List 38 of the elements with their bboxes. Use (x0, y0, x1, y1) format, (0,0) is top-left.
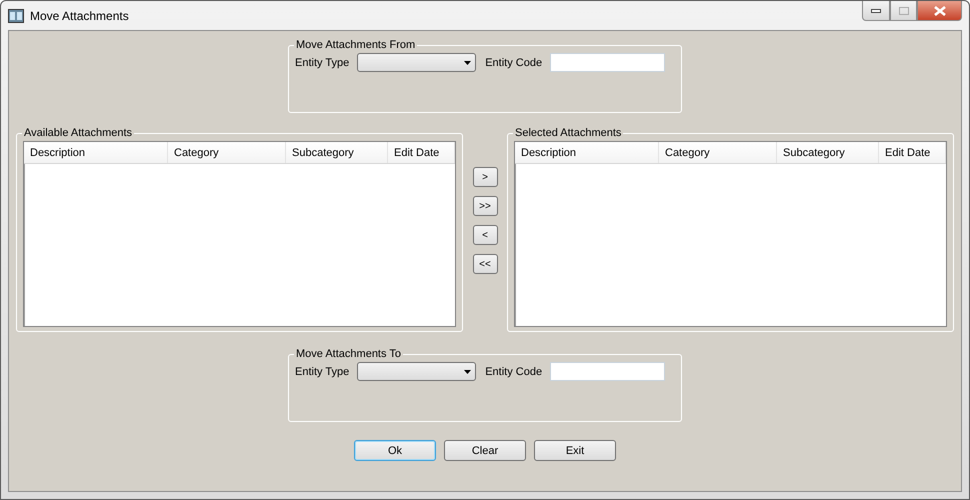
column-header[interactable]: Description (515, 142, 659, 163)
app-icon (8, 8, 24, 22)
dialog-button[interactable]: Exit (534, 440, 616, 461)
group-title: Selected Attachments (514, 127, 622, 139)
caret-icon (464, 60, 472, 64)
column-header[interactable]: Description (24, 142, 168, 163)
group-title: Available Attachments (23, 127, 134, 139)
input-field[interactable] (550, 362, 666, 381)
transfer-button[interactable]: > (472, 167, 498, 187)
field-label: Entity Type (295, 56, 350, 68)
dropdown[interactable] (357, 362, 476, 381)
transfer-button[interactable]: << (472, 254, 498, 274)
dropdown[interactable] (357, 53, 476, 72)
group-title: Move Attachments To (295, 348, 402, 360)
caret-icon (464, 370, 472, 374)
list-view[interactable]: Description Category Subcategory Edit Date (514, 141, 947, 327)
column-header[interactable]: Subcategory (777, 142, 879, 163)
field-label: Entity Code (485, 366, 542, 378)
column-header[interactable]: Subcategory (286, 142, 388, 163)
dialog-button[interactable]: Clear (444, 440, 526, 461)
field-label: Entity Code (485, 56, 542, 68)
minimize-button[interactable] (862, 1, 890, 21)
column-header[interactable]: Category (659, 142, 777, 163)
minimize-icon (871, 8, 881, 12)
input-field[interactable] (550, 53, 666, 72)
column-header[interactable]: Edit Date (388, 142, 455, 163)
window-title: Move Attachments (30, 8, 130, 22)
close-icon (934, 6, 946, 16)
group-title: Move Attachments From (295, 39, 416, 51)
field-label: Entity Type (295, 366, 350, 378)
transfer-button[interactable]: >> (472, 196, 498, 216)
close-button[interactable] (917, 1, 962, 21)
column-header[interactable]: Edit Date (879, 142, 946, 163)
transfer-button[interactable]: < (472, 225, 498, 245)
dialog-button[interactable]: Ok (354, 440, 436, 461)
column-header[interactable]: Category (168, 142, 286, 163)
maximize-icon (898, 6, 908, 14)
list-view[interactable]: Description Category Subcategory Edit Date (23, 141, 456, 327)
